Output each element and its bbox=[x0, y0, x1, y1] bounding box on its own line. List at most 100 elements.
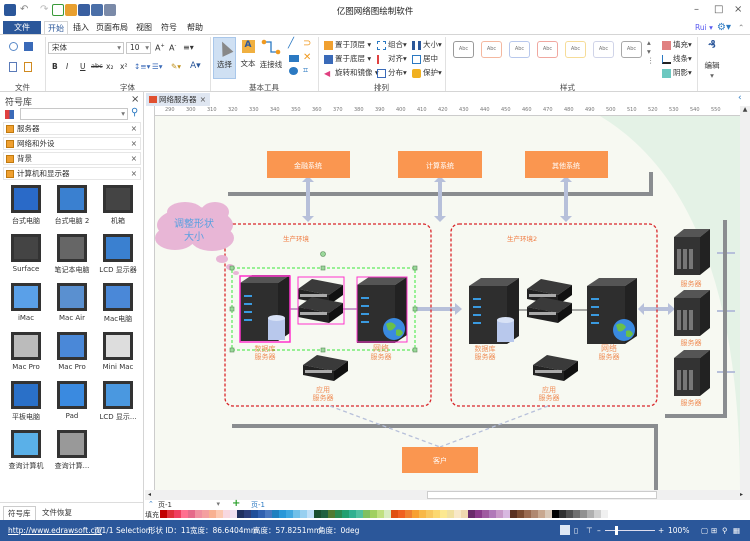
page-select[interactable]: 页-1 ▾ bbox=[158, 500, 220, 510]
color-swatch[interactable] bbox=[244, 510, 251, 518]
tab-help[interactable]: 帮助 bbox=[184, 21, 206, 34]
page-view-icon[interactable] bbox=[560, 525, 570, 535]
color-swatch[interactable] bbox=[426, 510, 433, 518]
copy-icon[interactable] bbox=[9, 62, 17, 72]
bold-button[interactable]: B bbox=[52, 62, 58, 71]
color-swatch[interactable] bbox=[510, 510, 517, 518]
align-button[interactable]: 对齐▾ bbox=[377, 53, 407, 64]
symbol-item[interactable]: Mini Mac bbox=[95, 330, 141, 375]
maximize-button[interactable]: □ bbox=[714, 4, 723, 15]
close-category-icon[interactable]: × bbox=[131, 123, 137, 134]
color-swatch[interactable] bbox=[468, 510, 475, 518]
italic-button[interactable]: I bbox=[66, 62, 68, 71]
shadow-button[interactable]: 阴影▾ bbox=[662, 67, 692, 78]
edit-button[interactable]: ₰ 编辑 ▾ bbox=[700, 38, 724, 82]
style-preset[interactable]: Abc bbox=[537, 41, 558, 58]
symbol-item[interactable]: 机箱 bbox=[95, 183, 141, 228]
color-swatch[interactable] bbox=[538, 510, 545, 518]
color-swatch[interactable] bbox=[566, 510, 573, 518]
select-tool-button[interactable]: 选择 bbox=[213, 37, 236, 79]
color-swatch[interactable] bbox=[363, 510, 370, 518]
symbol-item[interactable]: 台式电脑 2 bbox=[49, 183, 95, 228]
font-name-select[interactable]: 宋体 ▾ bbox=[48, 42, 124, 54]
symbol-item[interactable]: LCD 显示... bbox=[95, 379, 141, 424]
symbol-item[interactable]: Mac Pro bbox=[49, 330, 95, 375]
bring-to-front-button[interactable]: 置于顶层 ▾ bbox=[324, 39, 371, 50]
text-tool-button[interactable]: A 文本 bbox=[238, 38, 258, 78]
color-swatch[interactable] bbox=[209, 510, 216, 518]
fill-button[interactable]: 填充▾ bbox=[662, 39, 692, 50]
style-preset[interactable]: Abc bbox=[509, 41, 530, 58]
style-preset[interactable]: Abc bbox=[621, 41, 642, 58]
library-menu-icon[interactable] bbox=[5, 110, 14, 119]
grid-view-icon[interactable]: ▦ bbox=[733, 520, 740, 541]
fit-page-icon[interactable]: ▢ bbox=[701, 520, 708, 541]
close-category-icon[interactable]: × bbox=[131, 168, 137, 179]
ellipse-tool-icon[interactable] bbox=[289, 67, 298, 75]
color-swatch[interactable] bbox=[258, 510, 265, 518]
color-swatch[interactable] bbox=[181, 510, 188, 518]
page-tab[interactable]: 页-1 bbox=[251, 500, 265, 510]
symbol-item[interactable]: Surface bbox=[3, 232, 49, 277]
protect-button[interactable]: 保护▾ bbox=[412, 67, 442, 78]
font-color-icon[interactable]: A▾ bbox=[190, 61, 201, 71]
grow-font-button[interactable]: A+ bbox=[155, 43, 165, 53]
color-swatch[interactable] bbox=[482, 510, 489, 518]
symbol-item[interactable]: Mac电脑 bbox=[95, 281, 141, 326]
color-swatch[interactable] bbox=[286, 510, 293, 518]
scroll-right-icon[interactable]: ▸ bbox=[740, 491, 743, 498]
symbol-item[interactable]: iMac bbox=[3, 281, 49, 326]
scrollbar-thumb[interactable] bbox=[427, 491, 657, 499]
symbol-item[interactable]: 平板电脑 bbox=[3, 379, 49, 424]
color-swatch[interactable] bbox=[559, 510, 566, 518]
color-swatch[interactable] bbox=[391, 510, 398, 518]
color-swatch[interactable] bbox=[160, 510, 167, 518]
category-background[interactable]: 背景 × bbox=[3, 152, 141, 165]
style-preset[interactable]: Abc bbox=[593, 41, 614, 58]
close-library-button[interactable]: × bbox=[131, 94, 139, 105]
cross-tool-icon[interactable]: ✕ bbox=[303, 52, 311, 63]
color-swatch[interactable] bbox=[307, 510, 314, 518]
zoom-search-icon[interactable]: ⚲ bbox=[722, 520, 728, 541]
bullets-icon[interactable]: ☰▾ bbox=[152, 62, 163, 71]
color-swatch[interactable] bbox=[594, 510, 601, 518]
full-view-icon[interactable]: ▯ bbox=[574, 520, 578, 541]
color-swatch[interactable] bbox=[314, 510, 321, 518]
color-swatch[interactable] bbox=[251, 510, 258, 518]
symbol-item[interactable]: 笔记本电脑 bbox=[49, 232, 95, 277]
color-swatch[interactable] bbox=[454, 510, 461, 518]
color-swatch[interactable] bbox=[517, 510, 524, 518]
close-category-icon[interactable]: × bbox=[131, 153, 137, 164]
tab-page-layout[interactable]: 页面布局 bbox=[95, 21, 129, 34]
add-page-button[interactable]: + bbox=[232, 498, 240, 509]
color-swatch[interactable] bbox=[370, 510, 377, 518]
paste-icon[interactable] bbox=[24, 62, 32, 72]
color-swatch[interactable] bbox=[230, 510, 237, 518]
connector-tool-button[interactable]: 连接线 bbox=[259, 38, 283, 78]
search-icon[interactable]: ⚲ bbox=[131, 107, 138, 118]
color-swatch[interactable] bbox=[342, 510, 349, 518]
color-swatch[interactable] bbox=[524, 510, 531, 518]
color-swatch[interactable] bbox=[349, 510, 356, 518]
color-swatch[interactable] bbox=[398, 510, 405, 518]
superscript-button[interactable]: x² bbox=[120, 62, 127, 71]
category-network[interactable]: 网络和外设 × bbox=[3, 137, 141, 150]
website-link[interactable]: http://www.edrawsoft.cn/ bbox=[8, 520, 102, 541]
color-swatch[interactable] bbox=[216, 510, 223, 518]
library-search-input[interactable]: ▾ bbox=[20, 108, 128, 120]
distribute-button[interactable]: 分布▾ bbox=[377, 67, 407, 78]
style-preset[interactable]: Abc bbox=[565, 41, 586, 58]
color-swatch[interactable] bbox=[489, 510, 496, 518]
color-swatch[interactable] bbox=[503, 510, 510, 518]
document-tab[interactable]: 网络服务器 × bbox=[146, 93, 210, 106]
color-swatch[interactable] bbox=[279, 510, 286, 518]
tab-file[interactable]: 文件 bbox=[3, 21, 41, 34]
tab-view[interactable]: 视图 bbox=[133, 21, 155, 34]
tab-home[interactable]: 开始 bbox=[44, 21, 68, 34]
close-button[interactable]: × bbox=[734, 4, 742, 15]
color-swatch[interactable] bbox=[405, 510, 412, 518]
symbol-item[interactable]: 查询计算... bbox=[49, 428, 95, 473]
settings-gear-icon[interactable]: ⚙▾ bbox=[717, 22, 731, 33]
color-swatch[interactable] bbox=[167, 510, 174, 518]
symbol-item[interactable]: 台式电脑 bbox=[3, 183, 49, 228]
